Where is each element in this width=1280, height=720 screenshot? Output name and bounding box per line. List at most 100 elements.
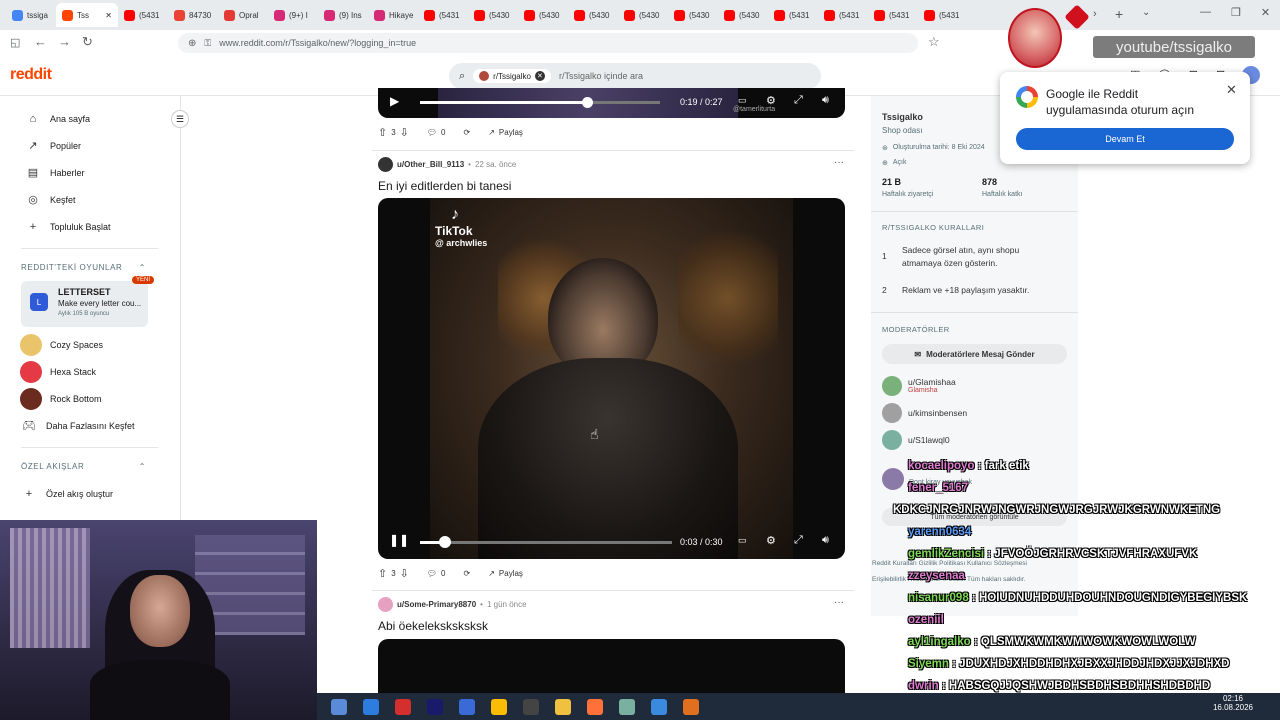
post-title[interactable]: Abi öekeleksksksksk <box>378 619 488 633</box>
workspaces-icon[interactable]: ◱ <box>10 36 20 49</box>
browser-tab[interactable]: (9+) I <box>268 3 318 27</box>
back-icon[interactable]: ← <box>34 34 47 49</box>
message-mods-button[interactable]: ✉ Moderatörlere Mesaj Gönder <box>882 344 1067 364</box>
captions-icon[interactable]: ▭ <box>738 95 747 106</box>
video-progress-track-1[interactable] <box>420 101 660 104</box>
remove-chip-icon[interactable]: ✕ <box>534 71 545 81</box>
widgets-icon[interactable] <box>331 698 347 715</box>
more-options-icon[interactable]: ··· <box>834 597 844 608</box>
captions-icon[interactable]: ▭ <box>738 535 747 546</box>
premiere-icon[interactable] <box>427 698 443 715</box>
chevron-up-icon[interactable]: ⌃ <box>139 462 146 471</box>
new-tab-icon[interactable]: + <box>1115 6 1123 22</box>
fullscreen-icon[interactable]: ⤢ <box>794 534 803 547</box>
video-player-1[interactable]: ▶ 0:19 / 0:27 @tamerliturta ▭ ⚙ ⤢ 🔊︎ <box>378 88 845 118</box>
volume-icon[interactable]: 🔊︎ <box>822 94 829 107</box>
continue-button[interactable]: Devam Et <box>1016 128 1234 150</box>
game-item[interactable]: Cozy Spaces <box>0 331 180 358</box>
more-options-icon[interactable]: ··· <box>834 157 844 168</box>
browser-tab[interactable]: Tss ✕ <box>56 3 118 27</box>
reload-icon[interactable]: ↻ <box>82 34 93 50</box>
rule-item[interactable]: 2 Reklam ve +18 paylaşım yasaktır. <box>882 284 1072 297</box>
crosspost-button[interactable]: ⟳ <box>464 128 471 137</box>
opera-icon[interactable] <box>395 698 411 715</box>
browser-tab[interactable]: (5431 <box>868 3 918 27</box>
search-bar[interactable]: ⌕ r/Tssigalko ✕ r/Tssigalko içinde ara <box>449 63 821 89</box>
avatar[interactable] <box>378 157 393 172</box>
browser-tab[interactable]: (5431 <box>918 3 968 27</box>
browser-tab[interactable]: 84730 <box>168 3 218 27</box>
browser-tab[interactable]: (5430 <box>468 3 518 27</box>
bookmark-star-icon[interactable]: ☆ <box>928 34 940 50</box>
share-button[interactable]: ↗ Paylaş <box>488 569 523 578</box>
upvote-icon[interactable]: ⇧ <box>378 567 387 580</box>
video-scrubber-1[interactable] <box>582 97 593 108</box>
reddit-logo[interactable]: reddit <box>10 66 52 84</box>
comments-button[interactable]: 💬︎ 0 <box>427 569 446 578</box>
comments-button[interactable]: 💬︎ 0 <box>427 128 446 137</box>
post-author[interactable]: u/Some-Primary8870 <box>397 600 476 609</box>
play-icon[interactable]: ▶ <box>390 94 399 108</box>
browser-tab[interactable]: Opral <box>218 3 268 27</box>
tab-list-icon[interactable]: ⌄ <box>1142 7 1150 18</box>
browser-tab[interactable]: tssiga <box>6 3 56 27</box>
avatar[interactable] <box>378 597 393 612</box>
game-item[interactable]: Rock Bottom <box>0 385 180 412</box>
pause-icon[interactable]: ❚❚ <box>389 533 409 547</box>
custom-feeds-header[interactable]: ÖZEL AKIŞLAR ⌃ <box>0 452 180 480</box>
firefox-icon[interactable] <box>587 698 603 715</box>
browser-tab[interactable]: (5430 <box>518 3 568 27</box>
settings-gear-icon[interactable]: ⚙ <box>766 534 776 547</box>
site-info-icon[interactable]: ⊕ <box>188 38 196 49</box>
moderator-item[interactable]: u/S1lawql0 <box>882 426 1072 453</box>
fullscreen-icon[interactable]: ⤢ <box>794 94 803 107</box>
edge-icon[interactable] <box>363 698 379 715</box>
game-item[interactable]: Hexa Stack <box>0 358 180 385</box>
browser-tab[interactable]: (5430 <box>718 3 768 27</box>
explorer-icon[interactable] <box>555 698 571 715</box>
sidebar-item-explore[interactable]: ◎ Keşfet <box>0 186 180 213</box>
app-icon[interactable] <box>619 698 635 715</box>
settings-gear-icon[interactable]: ⚙ <box>766 94 776 107</box>
create-feed-button[interactable]: + Özel akış oluştur <box>0 480 180 507</box>
moderator-item[interactable]: u/Glamishaa Glamisha <box>882 372 1072 399</box>
letterset-game-card[interactable]: L LETTERSET Make every letter cou... Ayl… <box>21 276 154 327</box>
sidebar-item-home[interactable]: ⌂ Ana sayfa <box>0 105 180 132</box>
video-player-2[interactable]: ♪ TikTok @ archwlies ☝︎ ❚❚ 0:03 / 0:30 ▭… <box>378 198 845 559</box>
minimize-icon[interactable]: — <box>1200 6 1211 19</box>
browser-tab[interactable]: (5431 <box>818 3 868 27</box>
downvote-icon[interactable]: ⇩ <box>400 567 409 580</box>
chevron-up-icon[interactable]: ⌃ <box>139 263 146 272</box>
browser-tab[interactable]: (5430 <box>568 3 618 27</box>
close-icon[interactable]: ✕ <box>1226 82 1237 98</box>
close-window-icon[interactable]: ✕ <box>1261 6 1270 19</box>
collapse-sidebar-icon[interactable]: ☰ <box>171 110 189 128</box>
upvote-icon[interactable]: ⇧ <box>378 126 387 139</box>
url-field[interactable]: ⊕ ⚿ www.reddit.com/r/Tssigalko/new/?logg… <box>178 33 918 53</box>
browser-tab[interactable]: (5430 <box>618 3 668 27</box>
post-author[interactable]: u/Other_Bill_9113 <box>397 160 464 169</box>
volume-icon[interactable]: 🔊︎ <box>822 534 829 547</box>
app-icon[interactable] <box>459 698 475 715</box>
browser-tab[interactable]: (9) Ins <box>318 3 368 27</box>
subreddit-chip[interactable]: r/Tssigalko ✕ <box>473 69 551 83</box>
sidebar-item-popular[interactable]: ↗ Popüler <box>0 132 180 159</box>
crosspost-button[interactable]: ⟳ <box>464 569 471 578</box>
explore-more-games[interactable]: 🎮︎ Daha Fazlasını Keşfet <box>0 412 180 439</box>
obs-icon[interactable] <box>523 698 539 715</box>
browser-tab[interactable]: (5431 <box>768 3 818 27</box>
chrome-icon[interactable] <box>491 698 507 715</box>
moderator-item[interactable]: u/kimsinbensen <box>882 399 1072 426</box>
browser-tab[interactable]: (5430 <box>668 3 718 27</box>
post-title[interactable]: En iyi editlerden bi tanesi <box>378 179 511 193</box>
downvote-icon[interactable]: ⇩ <box>400 126 409 139</box>
rule-item[interactable]: 1 Sadece görsel atın, aynı shopu atmamaya… <box>882 244 1072 270</box>
browser-tab[interactable]: (5431 <box>118 3 168 27</box>
browser-tab[interactable]: Hikaye <box>368 3 418 27</box>
video-progress-track-2[interactable] <box>420 541 672 544</box>
browser-tab[interactable]: (5431 <box>418 3 468 27</box>
app-icon[interactable] <box>651 698 667 715</box>
restore-icon[interactable]: ❐ <box>1231 6 1241 19</box>
share-button[interactable]: ↗ Paylaş <box>488 128 523 137</box>
tab-scroll-icon[interactable]: › <box>1093 8 1097 20</box>
